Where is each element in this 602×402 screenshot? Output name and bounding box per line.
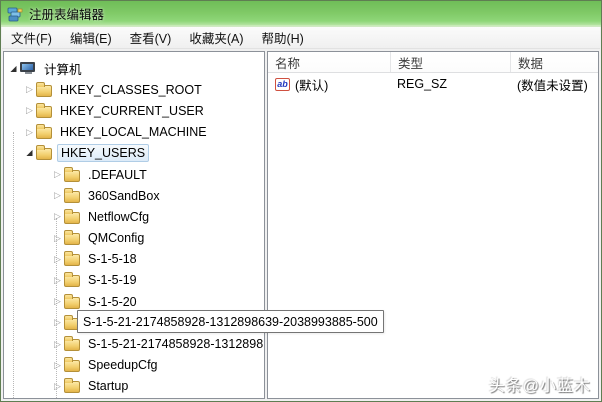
folder-icon: [64, 272, 80, 288]
tree-expander-icon[interactable]: ▷: [51, 297, 64, 306]
menu-item-view[interactable]: 查看(V): [121, 25, 181, 50]
registry-tree: ◢ 计算机 ▷ HKEY_CLASSES_ROOT ▷ HKEY_CURRENT…: [4, 52, 264, 398]
content-area: ◢ 计算机 ▷ HKEY_CLASSES_ROOT ▷ HKEY_CURRENT…: [3, 51, 599, 399]
column-header-name[interactable]: 名称: [268, 52, 390, 72]
folder-icon: [64, 336, 80, 352]
tree-row[interactable]: ▷ NetflowCfg: [4, 206, 264, 227]
folder-icon: [64, 293, 80, 309]
tree-item-label[interactable]: 360SandBox: [85, 188, 163, 204]
tree-expander-icon[interactable]: ▷: [23, 85, 36, 94]
tree-item-label[interactable]: .DEFAULT: [85, 167, 150, 183]
reg-sz-ab-icon: ab: [275, 77, 290, 91]
folder-icon: [36, 124, 52, 140]
tree-row[interactable]: ▷ .DEFAULT: [4, 164, 264, 185]
tree-row[interactable]: ◢ HKEY_USERS: [4, 143, 264, 164]
folder-icon: [36, 81, 52, 97]
registry-app-icon: [7, 7, 23, 21]
tree-row[interactable]: ▷ S-1-5-21-2174858928-1312898: [4, 333, 264, 354]
tree-row[interactable]: ◢ 计算机: [4, 58, 264, 79]
tree-expander-icon[interactable]: ▷: [23, 127, 36, 137]
column-header-type[interactable]: 类型: [390, 52, 510, 72]
tree-row[interactable]: ▷ SpeedupCfg: [4, 355, 264, 376]
tree-item-label[interactable]: S-1-5-20: [85, 294, 140, 310]
column-header-data[interactable]: 数据: [510, 52, 598, 72]
tree-row[interactable]: ▷ Startup: [4, 376, 264, 397]
tree-item-label[interactable]: HKEY_CLASSES_ROOT: [57, 82, 205, 98]
tree-expander-icon[interactable]: ▷: [51, 318, 64, 327]
tree-item-label[interactable]: NetflowCfg: [85, 209, 152, 225]
tree-item-label[interactable]: HKEY_USERS: [57, 144, 150, 163]
registry-editor-window: 注册表编辑器 文件(F) 编辑(E) 查看(V) 收藏夹(A) 帮助(H) ◢ …: [0, 0, 602, 402]
folder-icon: [64, 230, 80, 246]
tree-row[interactable]: ▷ WiFiCfg: [4, 397, 264, 398]
folder-icon: [64, 357, 80, 373]
folder-icon: [36, 145, 52, 161]
tree-expander-icon[interactable]: ▷: [51, 233, 64, 243]
tree-row[interactable]: ▷ HKEY_LOCAL_MACHINE: [4, 122, 264, 143]
tree-expander-icon[interactable]: ▷: [51, 381, 64, 391]
tree-row[interactable]: ▷ S-1-5-19: [4, 270, 264, 291]
folder-icon: [64, 187, 80, 203]
folder-icon: [36, 102, 52, 118]
tree-row[interactable]: ▷ S-1-5-18: [4, 249, 264, 270]
tree-row[interactable]: ▷ QMConfig: [4, 228, 264, 249]
folder-icon: [64, 166, 80, 182]
tree-expander-icon[interactable]: ▷: [51, 191, 64, 200]
title-bar[interactable]: 注册表编辑器: [1, 1, 601, 27]
values-column-header: 名称 类型 数据: [268, 52, 598, 73]
tree-expander-icon[interactable]: ▷: [51, 360, 64, 370]
tree-row[interactable]: ▷ HKEY_CURRENT_USER: [4, 100, 264, 121]
tree-expander-icon[interactable]: ◢: [7, 64, 20, 73]
value-row[interactable]: ab (默认) REG_SZ (数值未设置): [268, 73, 598, 95]
tree-expander-icon[interactable]: ▷: [23, 106, 36, 115]
window-title: 注册表编辑器: [29, 8, 105, 22]
folder-icon: [64, 208, 80, 224]
tree-row[interactable]: ▷ HKEY_CLASSES_ROOT: [4, 79, 264, 100]
menu-item-edit[interactable]: 编辑(E): [61, 25, 121, 50]
tree-item-label[interactable]: HKEY_LOCAL_MACHINE: [57, 124, 210, 140]
folder-icon: [64, 251, 80, 267]
tree-item-label[interactable]: 计算机: [41, 58, 85, 79]
value-type: REG_SZ: [397, 77, 448, 91]
tree-item-label[interactable]: Startup: [85, 378, 131, 394]
tree-expander-icon[interactable]: ◢: [23, 149, 36, 157]
menu-item-favorites[interactable]: 收藏夹(A): [180, 25, 252, 50]
watermark-text: 头条@小蓝木: [488, 378, 591, 395]
values-list: ab (默认) REG_SZ (数值未设置): [268, 73, 598, 95]
folder-icon: [64, 378, 80, 394]
tree-item-label[interactable]: HKEY_CURRENT_USER: [57, 103, 207, 119]
tree-item-label[interactable]: S-1-5-18: [85, 251, 140, 267]
registry-tree-pane[interactable]: ◢ 计算机 ▷ HKEY_CLASSES_ROOT ▷ HKEY_CURRENT…: [3, 51, 265, 399]
menu-item-help[interactable]: 帮助(H): [252, 25, 312, 50]
tree-expander-icon[interactable]: ▷: [51, 170, 64, 179]
value-data: (数值未设置): [517, 78, 588, 93]
computer-icon: [20, 62, 36, 75]
tree-item-full-name-tooltip: S-1-5-21-2174858928-1312898639-203899388…: [77, 310, 384, 333]
tree-item-label[interactable]: S-1-5-21-2174858928-1312898: [85, 336, 264, 352]
menu-bar: 文件(F) 编辑(E) 查看(V) 收藏夹(A) 帮助(H): [2, 27, 600, 49]
menu-item-file[interactable]: 文件(F): [2, 25, 61, 50]
tree-expander-icon[interactable]: ▷: [51, 212, 64, 221]
values-pane[interactable]: 名称 类型 数据 ab (默认) REG_SZ (数值未设置): [267, 51, 599, 399]
value-name: (默认): [295, 78, 329, 93]
tree-expander-icon[interactable]: ▷: [51, 254, 64, 264]
tree-row[interactable]: ▷ 360SandBox: [4, 185, 264, 206]
tree-item-label[interactable]: SpeedupCfg: [85, 357, 161, 373]
tree-item-label[interactable]: S-1-5-19: [85, 272, 140, 288]
tree-expander-icon[interactable]: ▷: [51, 339, 64, 349]
tree-item-label[interactable]: QMConfig: [85, 230, 147, 246]
tree-expander-icon[interactable]: ▷: [51, 275, 64, 285]
